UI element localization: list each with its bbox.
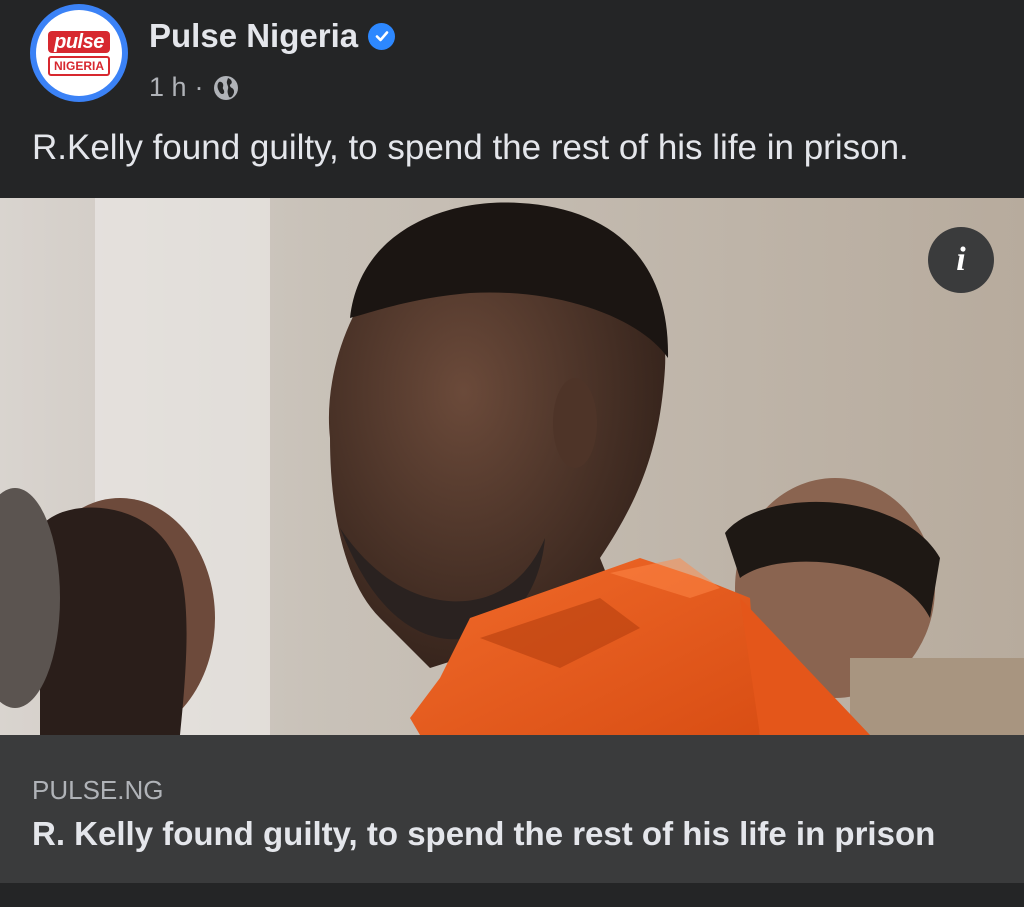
link-domain: PULSE.NG: [32, 775, 164, 805]
post-time[interactable]: 1 h: [149, 72, 187, 103]
logo-wordmark: pulse: [48, 30, 110, 53]
verified-badge-icon: [368, 22, 396, 50]
meta-separator: ·: [194, 72, 204, 102]
globe-icon[interactable]: [212, 74, 240, 102]
page-name-link[interactable]: Pulse Nigeria: [149, 17, 396, 55]
link-title: R. Kelly found guilty, to spend the rest…: [32, 815, 936, 852]
post-footer-divider: [0, 883, 1024, 907]
page-avatar[interactable]: pulse NIGERIA: [30, 4, 128, 102]
pulse-logo: pulse NIGERIA: [36, 10, 122, 96]
post-meta: 1 h ·: [149, 72, 240, 103]
post-header: pulse NIGERIA Pulse Nigeria 1 h ·: [0, 0, 1024, 115]
link-preview[interactable]: PULSE.NG R. Kelly found guilty, to spend…: [0, 735, 1024, 883]
page-name: Pulse Nigeria: [149, 17, 359, 54]
info-icon[interactable]: i: [928, 227, 994, 293]
post-photo[interactable]: [0, 198, 1024, 735]
logo-subtitle: NIGERIA: [47, 55, 110, 76]
courtroom-photo: [0, 198, 1024, 735]
post-caption: R.Kelly found guilty, to spend the rest …: [32, 128, 909, 167]
